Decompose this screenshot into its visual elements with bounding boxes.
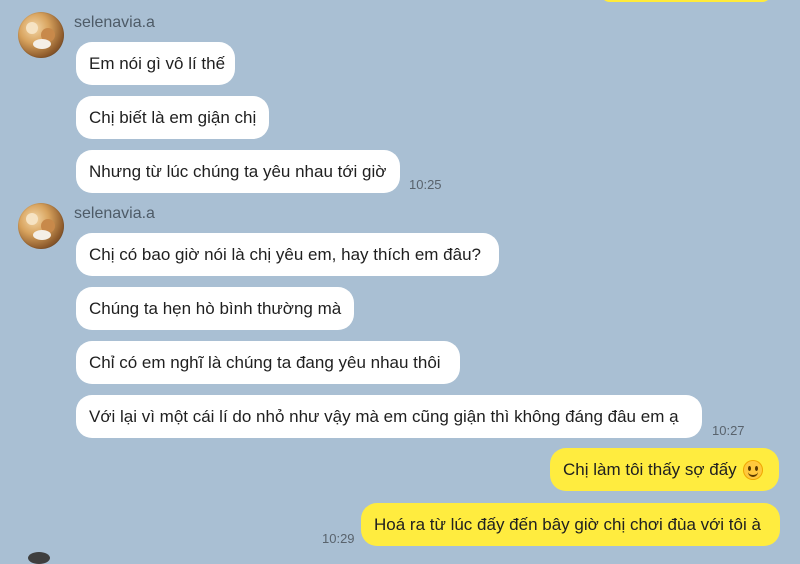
avatar-image-part xyxy=(26,22,38,34)
chat-window: selenavia.a Em nói gì vô lí thế Chị biết… xyxy=(0,0,800,564)
next-avatar-edge xyxy=(28,552,50,564)
grinning-face-icon xyxy=(742,459,763,480)
outgoing-message-text: Chị làm tôi thấy sợ đấy xyxy=(563,459,737,479)
incoming-message[interactable]: Với lại vì một cái lí do nhỏ như vậy mà … xyxy=(76,395,702,438)
incoming-message[interactable]: Nhưng từ lúc chúng ta yêu nhau tới giờ xyxy=(76,150,400,193)
incoming-message[interactable]: Chỉ có em nghĩ là chúng ta đang yêu nhau… xyxy=(76,341,460,384)
message-timestamp: 10:29 xyxy=(322,531,355,546)
incoming-message[interactable]: Chúng ta hẹn hò bình thường mà xyxy=(76,287,354,330)
incoming-message[interactable]: Chị biết là em giận chị xyxy=(76,96,269,139)
avatar-image-part xyxy=(33,39,51,49)
outgoing-message[interactable]: Hoá ra từ lúc đấy đến bây giờ chị chơi đ… xyxy=(361,503,780,546)
message-timestamp: 10:27 xyxy=(712,423,745,438)
sender-avatar[interactable] xyxy=(18,12,64,58)
incoming-message[interactable]: Chị có bao giờ nói là chị yêu em, hay th… xyxy=(76,233,499,276)
message-timestamp: 10:25 xyxy=(409,177,442,192)
sender-name[interactable]: selenavia.a xyxy=(74,205,155,223)
previous-message-bubble-edge xyxy=(600,0,772,2)
emoji-mouth xyxy=(747,470,758,477)
avatar-image-part xyxy=(33,230,51,240)
incoming-message[interactable]: Em nói gì vô lí thế xyxy=(76,42,235,85)
avatar-image-part xyxy=(26,213,38,225)
sender-avatar[interactable] xyxy=(18,203,64,249)
outgoing-message[interactable]: Chị làm tôi thấy sợ đấy xyxy=(550,448,779,491)
sender-name[interactable]: selenavia.a xyxy=(74,14,155,32)
